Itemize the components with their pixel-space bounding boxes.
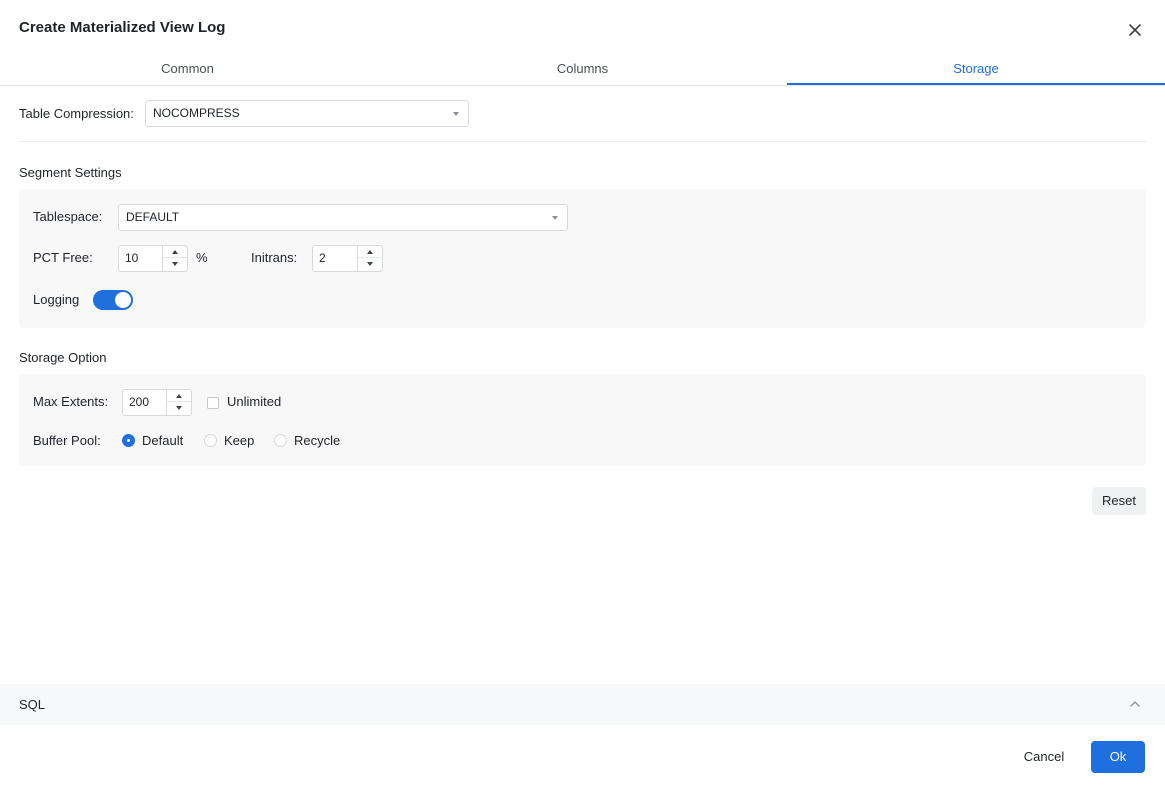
buffer-pool-recycle-label: Recycle [294,433,341,448]
tablespace-label: Tablespace: [33,209,103,224]
caret-up-icon [367,250,373,254]
tablespace-select[interactable]: DEFAULT [118,204,568,231]
initrans-label: Initrans: [251,250,298,265]
caret-down-icon [367,262,373,266]
table-compression-label: Table Compression: [19,106,134,121]
tab-bar: Common Columns Storage [0,56,1165,86]
tab-common[interactable]: Common [0,56,375,86]
cancel-button[interactable]: Cancel [1015,741,1073,772]
caret-down-icon [172,262,178,266]
table-compression-select[interactable]: NOCOMPRESS [145,100,469,127]
max-extents-value: 200 [129,395,150,409]
caret-down-icon [176,406,182,410]
tablespace-value: DEFAULT [126,210,180,224]
pct-free-label: PCT Free: [33,250,93,265]
max-extents-increment[interactable] [167,390,191,402]
unlimited-label: Unlimited [227,394,282,409]
initrans-increment[interactable] [358,246,382,258]
caret-up-icon [172,250,178,254]
buffer-pool-recycle-radio[interactable] [274,434,287,447]
initrans-value: 2 [319,251,326,265]
table-compression-value: NOCOMPRESS [153,106,240,120]
buffer-pool-default-label: Default [142,433,184,448]
sql-panel-header[interactable]: SQL [0,684,1165,725]
buffer-pool-keep-label: Keep [224,433,255,448]
active-tab-indicator [787,83,1165,85]
toggle-knob [115,292,131,308]
storage-option-title: Storage Option [19,350,107,365]
buffer-pool-keep-radio[interactable] [204,434,217,447]
tab-storage[interactable]: Storage [787,56,1165,86]
max-extents-stepper[interactable]: 200 [122,389,192,416]
initrans-stepper[interactable]: 2 [312,245,383,272]
initrans-decrement[interactable] [358,258,382,270]
pct-free-value: 10 [125,251,139,265]
caret-up-icon [176,394,182,398]
caret-down-icon [453,112,459,116]
chevron-up-icon[interactable] [1129,699,1141,709]
divider [19,141,1146,142]
caret-down-icon [552,216,558,220]
ok-button[interactable]: Ok [1091,741,1145,773]
pct-free-decrement[interactable] [163,258,187,270]
dialog-title: Create Materialized View Log [19,19,226,36]
reset-button[interactable]: Reset [1092,487,1146,515]
close-icon[interactable] [1126,21,1144,39]
storage-option-panel: Max Extents: 200 Unlimited Buffer Pool: … [19,374,1146,466]
pct-unit: % [196,250,208,265]
pct-free-increment[interactable] [163,246,187,258]
sql-panel-label: SQL [19,697,46,712]
logging-toggle[interactable] [93,290,133,310]
tab-columns[interactable]: Columns [395,56,770,86]
unlimited-checkbox[interactable] [207,397,219,409]
segment-settings-title: Segment Settings [19,165,122,180]
segment-settings-panel: Tablespace: DEFAULT PCT Free: 10 % Initr… [19,189,1146,328]
max-extents-label: Max Extents: [33,394,109,409]
buffer-pool-default-radio[interactable] [122,434,135,447]
max-extents-decrement[interactable] [167,402,191,414]
pct-free-stepper[interactable]: 10 [118,245,188,272]
buffer-pool-label: Buffer Pool: [33,433,101,448]
logging-label: Logging [33,292,80,307]
